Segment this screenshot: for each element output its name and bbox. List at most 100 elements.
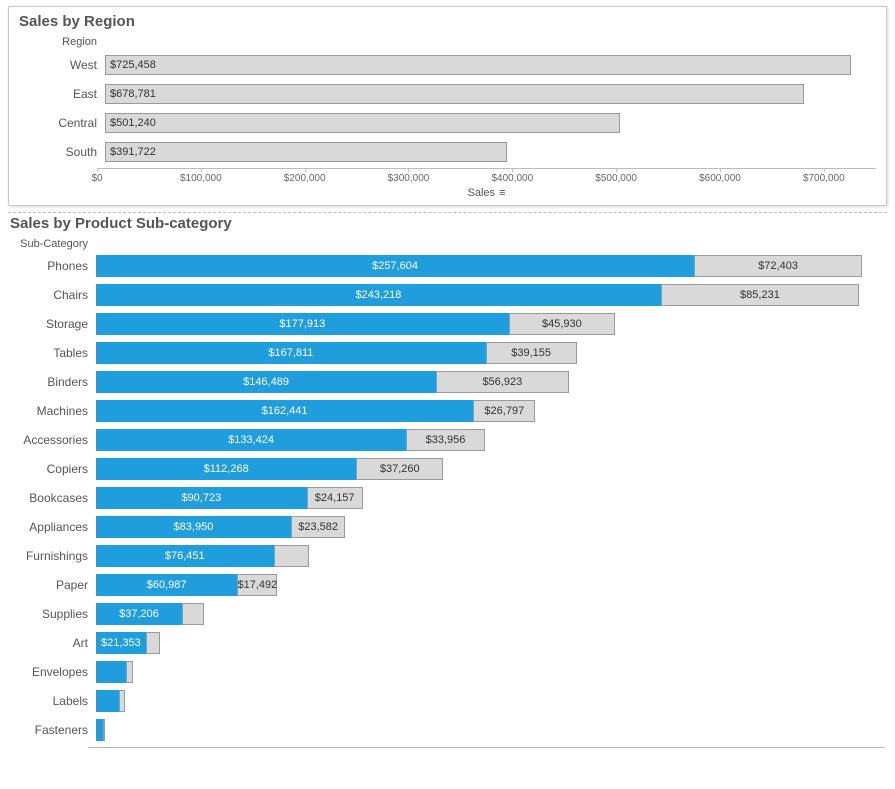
sales-by-region-panel: Sales by Region Region West$725,458 East $… [8, 6, 887, 206]
region-bar-value: $725,458 [110, 56, 156, 74]
subcategory-bar-secondary[interactable]: $72,403 [694, 255, 862, 277]
subcategory-row[interactable]: Chairs$243,218$85,231 [10, 282, 885, 308]
subcategory-bar-primary-value: $177,913 [96, 313, 509, 335]
subcategory-bar-secondary[interactable] [103, 719, 105, 741]
subcategory-label: Supplies [10, 607, 96, 621]
subcategory-row[interactable]: Tables$167,811$39,155 [10, 340, 885, 366]
subcategory-row[interactable]: Labels [10, 688, 885, 714]
subcategory-bar-primary-value: $162,441 [96, 400, 473, 422]
subcategory-bar-secondary[interactable]: $39,155 [486, 342, 577, 364]
subcategory-bar-secondary[interactable]: $33,956 [406, 429, 485, 451]
subcategory-bar-primary[interactable] [96, 719, 103, 741]
sort-descending-icon[interactable]: ≡ [499, 187, 505, 199]
subcategory-bar-primary[interactable]: $133,424 [96, 429, 406, 451]
subcategory-label: Paper [10, 578, 96, 592]
subcategory-bar-primary[interactable]: $76,451 [96, 545, 274, 567]
subcategory-row[interactable]: Machines$162,441$26,797 [10, 398, 885, 424]
subcategory-bar-secondary[interactable]: $85,231 [661, 284, 859, 306]
region-x-axis: Sales ≡ $0$100,000$200,000$300,000$400,0… [97, 168, 876, 197]
subcategory-bar-primary[interactable] [96, 661, 126, 683]
subcategory-bar-primary-value: $112,268 [96, 458, 356, 480]
subcategory-bar-primary[interactable]: $60,987 [96, 574, 237, 596]
subcategory-bar-primary[interactable]: $257,604 [96, 255, 694, 277]
subcategory-bar-primary[interactable]: $90,723 [96, 487, 307, 509]
subcategory-bar-secondary[interactable]: $45,930 [509, 313, 616, 335]
subcategory-bar-secondary[interactable] [126, 661, 133, 683]
subcategory-bar-primary[interactable]: $21,353 [96, 632, 146, 654]
subcategory-bar-primary[interactable]: $162,441 [96, 400, 473, 422]
subcategory-row[interactable]: Copiers$112,268$37,260 [10, 456, 885, 482]
subcategory-bar-secondary[interactable] [119, 690, 125, 712]
region-bar-value: $501,240 [110, 114, 156, 132]
subcategory-row[interactable]: Envelopes [10, 659, 885, 685]
subcategory-bar-primary[interactable]: $37,206 [96, 603, 182, 625]
subcategory-bar-primary[interactable]: $167,811 [96, 342, 486, 364]
subcategory-label: Chairs [10, 288, 96, 302]
subcategory-bar-primary-value: $76,451 [96, 545, 274, 567]
region-row-west[interactable]: West$725,458 [19, 52, 876, 77]
subcategory-label: Envelopes [10, 665, 96, 679]
region-chart-title: Sales by Region [19, 13, 876, 30]
subcategory-bar-secondary-value: $33,956 [407, 430, 484, 450]
region-row-east[interactable]: East $678,781 [19, 81, 876, 106]
subcategory-label: Art [10, 636, 96, 650]
subcategory-bar-primary[interactable]: $146,489 [96, 371, 436, 393]
axis-tick: $600,000 [699, 168, 741, 184]
subcategory-bar-secondary-value: $37,260 [357, 459, 442, 479]
region-row-central[interactable]: Central$501,240 [19, 110, 876, 135]
subcategory-row[interactable]: Supplies$37,206 [10, 601, 885, 627]
region-bar[interactable]: $678,781 [105, 84, 804, 104]
subcategory-bar-primary[interactable] [96, 690, 119, 712]
subcategory-row[interactable]: Fasteners [10, 717, 885, 743]
subcategory-bar-primary[interactable]: $83,950 [96, 516, 291, 538]
axis-tick: $300,000 [388, 168, 430, 184]
subcategory-row[interactable]: Appliances$83,950$23,582 [10, 514, 885, 540]
subcategory-label: Copiers [10, 462, 96, 476]
subcategory-row[interactable]: Binders$146,489$56,923 [10, 369, 885, 395]
subcategory-label: Storage [10, 317, 96, 331]
subcategory-row[interactable]: Art$21,353 [10, 630, 885, 656]
sales-by-subcategory-panel: Sales by Product Sub-category Sub-Catego… [8, 215, 887, 750]
subcategory-bar-secondary-value: $24,157 [308, 488, 362, 508]
region-axis-title: Sales [468, 187, 496, 199]
subcategory-bar-secondary[interactable] [182, 603, 204, 625]
subcategory-bar-secondary[interactable] [146, 632, 160, 654]
subcategory-row[interactable]: Bookcases$90,723$24,157 [10, 485, 885, 511]
subcategory-bar-secondary-value: $23,582 [292, 517, 344, 537]
subcategory-bar-primary-value: $146,489 [96, 371, 436, 393]
region-label: East [19, 87, 105, 101]
axis-tick: $400,000 [491, 168, 533, 184]
subcategory-dimension-header: Sub-Category [10, 238, 88, 250]
subcategory-bar-secondary[interactable]: $26,797 [473, 400, 535, 422]
subcategory-row[interactable]: Paper$60,987$17,492 [10, 572, 885, 598]
subcategory-row[interactable]: Furnishings$76,451 [10, 543, 885, 569]
subcategory-bar-secondary[interactable] [274, 545, 310, 567]
subcategory-bar-primary-value: $83,950 [96, 516, 291, 538]
subcategory-row[interactable]: Accessories$133,424$33,956 [10, 427, 885, 453]
region-dimension-header: Region [19, 36, 97, 48]
region-bar-value: $678,781 [110, 85, 156, 103]
subcategory-bar-primary-value: $21,353 [96, 632, 146, 654]
region-bar[interactable]: $391,722 [105, 142, 507, 162]
subcategory-bar-secondary[interactable]: $23,582 [291, 516, 345, 538]
subcategory-bar-primary-value: $167,811 [96, 342, 486, 364]
subcategory-bar-primary-value: $133,424 [96, 429, 406, 451]
subcategory-bar-secondary-value: $72,403 [695, 256, 861, 276]
subcategory-row[interactable]: Phones$257,604$72,403 [10, 253, 885, 279]
region-bar[interactable]: $501,240 [105, 113, 620, 133]
subcategory-bar-primary-value: $37,206 [96, 603, 182, 625]
subcategory-bar-primary[interactable]: $177,913 [96, 313, 509, 335]
subcategory-label: Appliances [10, 520, 96, 534]
subcategory-bar-primary[interactable]: $243,218 [96, 284, 661, 306]
subcategory-row[interactable]: Storage$177,913$45,930 [10, 311, 885, 337]
subcategory-bar-primary-value: $243,218 [96, 284, 661, 306]
region-row-south[interactable]: South$391,722 [19, 139, 876, 164]
region-bar[interactable]: $725,458 [105, 55, 851, 75]
subcategory-bar-secondary[interactable]: $37,260 [356, 458, 443, 480]
subcategory-bar-secondary-value: $39,155 [487, 343, 576, 363]
subcategory-bar-secondary[interactable]: $24,157 [307, 487, 363, 509]
subcategory-bar-secondary[interactable]: $56,923 [436, 371, 569, 393]
subcategory-bar-primary[interactable]: $112,268 [96, 458, 356, 480]
subcategory-bar-secondary[interactable]: $17,492 [237, 574, 277, 596]
subcategory-bar-primary-value: $60,987 [96, 574, 237, 596]
